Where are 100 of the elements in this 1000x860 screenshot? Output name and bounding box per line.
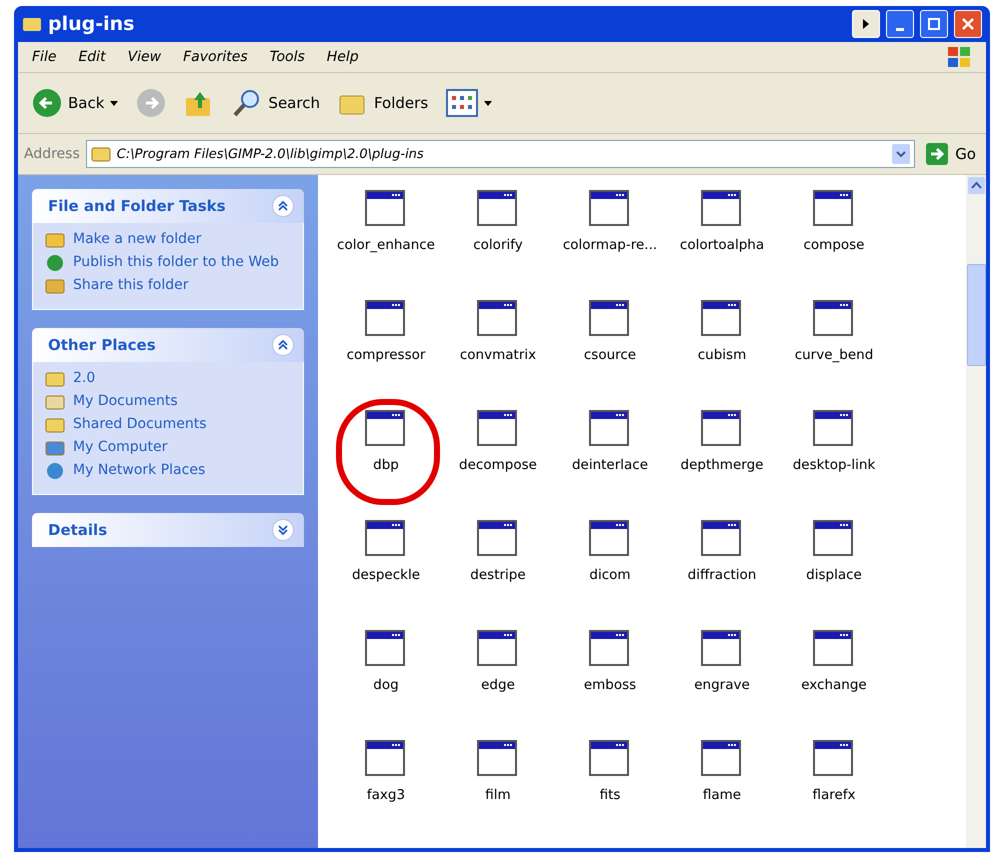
file-name[interactable]: edge	[481, 677, 515, 693]
back-button[interactable]: Back	[28, 84, 122, 122]
panel-title[interactable]: File and Folder Tasks	[48, 197, 226, 215]
file-name[interactable]: dicom	[589, 567, 631, 583]
file-name[interactable]: curve_bend	[794, 347, 874, 363]
file-name[interactable]: despeckle	[352, 567, 420, 583]
window-file-icon	[700, 409, 744, 449]
panel-title[interactable]: Other Places	[48, 336, 156, 354]
window-file-icon	[812, 519, 856, 559]
file-name[interactable]: colormap-re...	[562, 237, 658, 253]
close-icon	[961, 17, 975, 31]
file-name[interactable]: faxg3	[366, 787, 406, 803]
file-name[interactable]: film	[485, 787, 511, 803]
minimize-icon	[896, 28, 904, 30]
file-name[interactable]: flarefx	[812, 787, 856, 803]
task-link[interactable]: Share this folder	[73, 277, 188, 293]
scroll-up-icon[interactable]	[968, 177, 984, 194]
file-name[interactable]: diffraction	[688, 567, 756, 583]
maximize-button[interactable]	[920, 10, 948, 38]
globe-icon	[45, 254, 65, 272]
file-name[interactable]: csource	[584, 347, 636, 363]
scroll-thumb[interactable]	[966, 264, 986, 366]
file-name[interactable]: displace	[806, 567, 862, 583]
file-name[interactable]: destripe	[470, 567, 526, 583]
windows-logo-icon	[946, 45, 972, 69]
collapse-chevron-icon[interactable]	[272, 334, 294, 356]
globe-icon	[45, 462, 65, 480]
collapse-chevron-icon[interactable]	[272, 195, 294, 217]
task-link[interactable]: 2.0	[73, 370, 96, 386]
file-name[interactable]: dog	[373, 677, 399, 693]
folder-icon	[45, 393, 65, 411]
folders-button[interactable]: Folders	[334, 86, 432, 120]
menu-item[interactable]: Edit	[78, 49, 106, 65]
window-title: plug-ins	[48, 13, 136, 35]
window-file-icon	[700, 519, 744, 559]
panel-title[interactable]: Details	[48, 521, 108, 539]
window-file-icon	[812, 409, 856, 449]
file-name[interactable]: emboss	[584, 677, 636, 693]
file-name[interactable]: fits	[600, 787, 620, 803]
computer-icon	[45, 439, 65, 457]
file-name[interactable]: convmatrix	[460, 347, 536, 363]
dropdown-icon[interactable]	[892, 144, 910, 164]
window-file-icon	[476, 409, 520, 449]
file-name[interactable]: dbp	[373, 457, 399, 473]
window-file-icon	[476, 629, 520, 669]
task-link[interactable]: My Computer	[73, 439, 168, 455]
file-name[interactable]: exchange	[801, 677, 867, 693]
expand-chevron-icon[interactable]	[272, 519, 294, 541]
file-name[interactable]: compose	[803, 237, 864, 253]
window-file-icon	[588, 189, 632, 229]
window-file-icon	[364, 409, 408, 449]
folder-icon	[90, 146, 111, 162]
menu-item[interactable]: View	[128, 49, 162, 65]
task-link[interactable]: My Documents	[73, 393, 178, 409]
window-file-icon	[588, 629, 632, 669]
file-name[interactable]: color_enhance	[337, 237, 435, 253]
file-name[interactable]: desktop-link	[792, 457, 876, 473]
go-button[interactable]: Go	[921, 138, 980, 170]
menu-item[interactable]: File	[32, 49, 56, 65]
folder-icon	[22, 16, 42, 32]
file-name[interactable]: compressor	[346, 347, 426, 363]
window-file-icon	[364, 629, 408, 669]
minimize-button[interactable]	[886, 10, 914, 38]
file-name[interactable]: deinterlace	[572, 457, 648, 473]
address-label: Address	[24, 146, 80, 162]
window-file-icon	[364, 299, 408, 339]
window-file-icon	[588, 409, 632, 449]
menu-item[interactable]: Tools	[270, 49, 305, 65]
window-file-icon	[588, 299, 632, 339]
caret-icon	[484, 100, 492, 106]
window-file-icon	[812, 739, 856, 779]
task-link[interactable]: Publish this folder to the Web	[73, 254, 279, 270]
folder-icon	[45, 277, 65, 295]
window-file-icon	[812, 189, 856, 229]
folder-icon	[45, 370, 65, 388]
menu-item[interactable]: Favorites	[183, 49, 248, 65]
file-name[interactable]: cubism	[698, 347, 746, 363]
menu-item[interactable]: Help	[326, 49, 359, 65]
window-file-icon	[588, 739, 632, 779]
close-button[interactable]	[954, 10, 982, 38]
caret-icon	[110, 100, 118, 106]
address-field[interactable]: C:\Program Files\GIMP-2.0\lib\gimp\2.0\plug-ins	[86, 140, 916, 168]
window-file-icon	[364, 519, 408, 559]
window-file-icon	[812, 299, 856, 339]
window-file-icon	[364, 739, 408, 779]
file-name[interactable]: colorify	[473, 237, 523, 253]
scrollbar[interactable]	[966, 175, 986, 848]
window-file-icon	[364, 189, 408, 229]
file-name[interactable]: decompose	[459, 457, 537, 473]
window-file-icon	[476, 299, 520, 339]
file-name[interactable]: colortoalpha	[680, 237, 764, 253]
folder-icon	[45, 416, 65, 434]
file-name[interactable]: engrave	[694, 677, 750, 693]
file-name[interactable]: depthmerge	[680, 457, 764, 473]
task-link[interactable]: Make a new folder	[73, 231, 202, 247]
window-file-icon	[700, 299, 744, 339]
task-link[interactable]: Shared Documents	[73, 416, 207, 432]
search-button[interactable]: Search	[228, 84, 324, 122]
file-name[interactable]: flame	[702, 787, 742, 803]
task-link[interactable]: My Network Places	[73, 462, 206, 478]
